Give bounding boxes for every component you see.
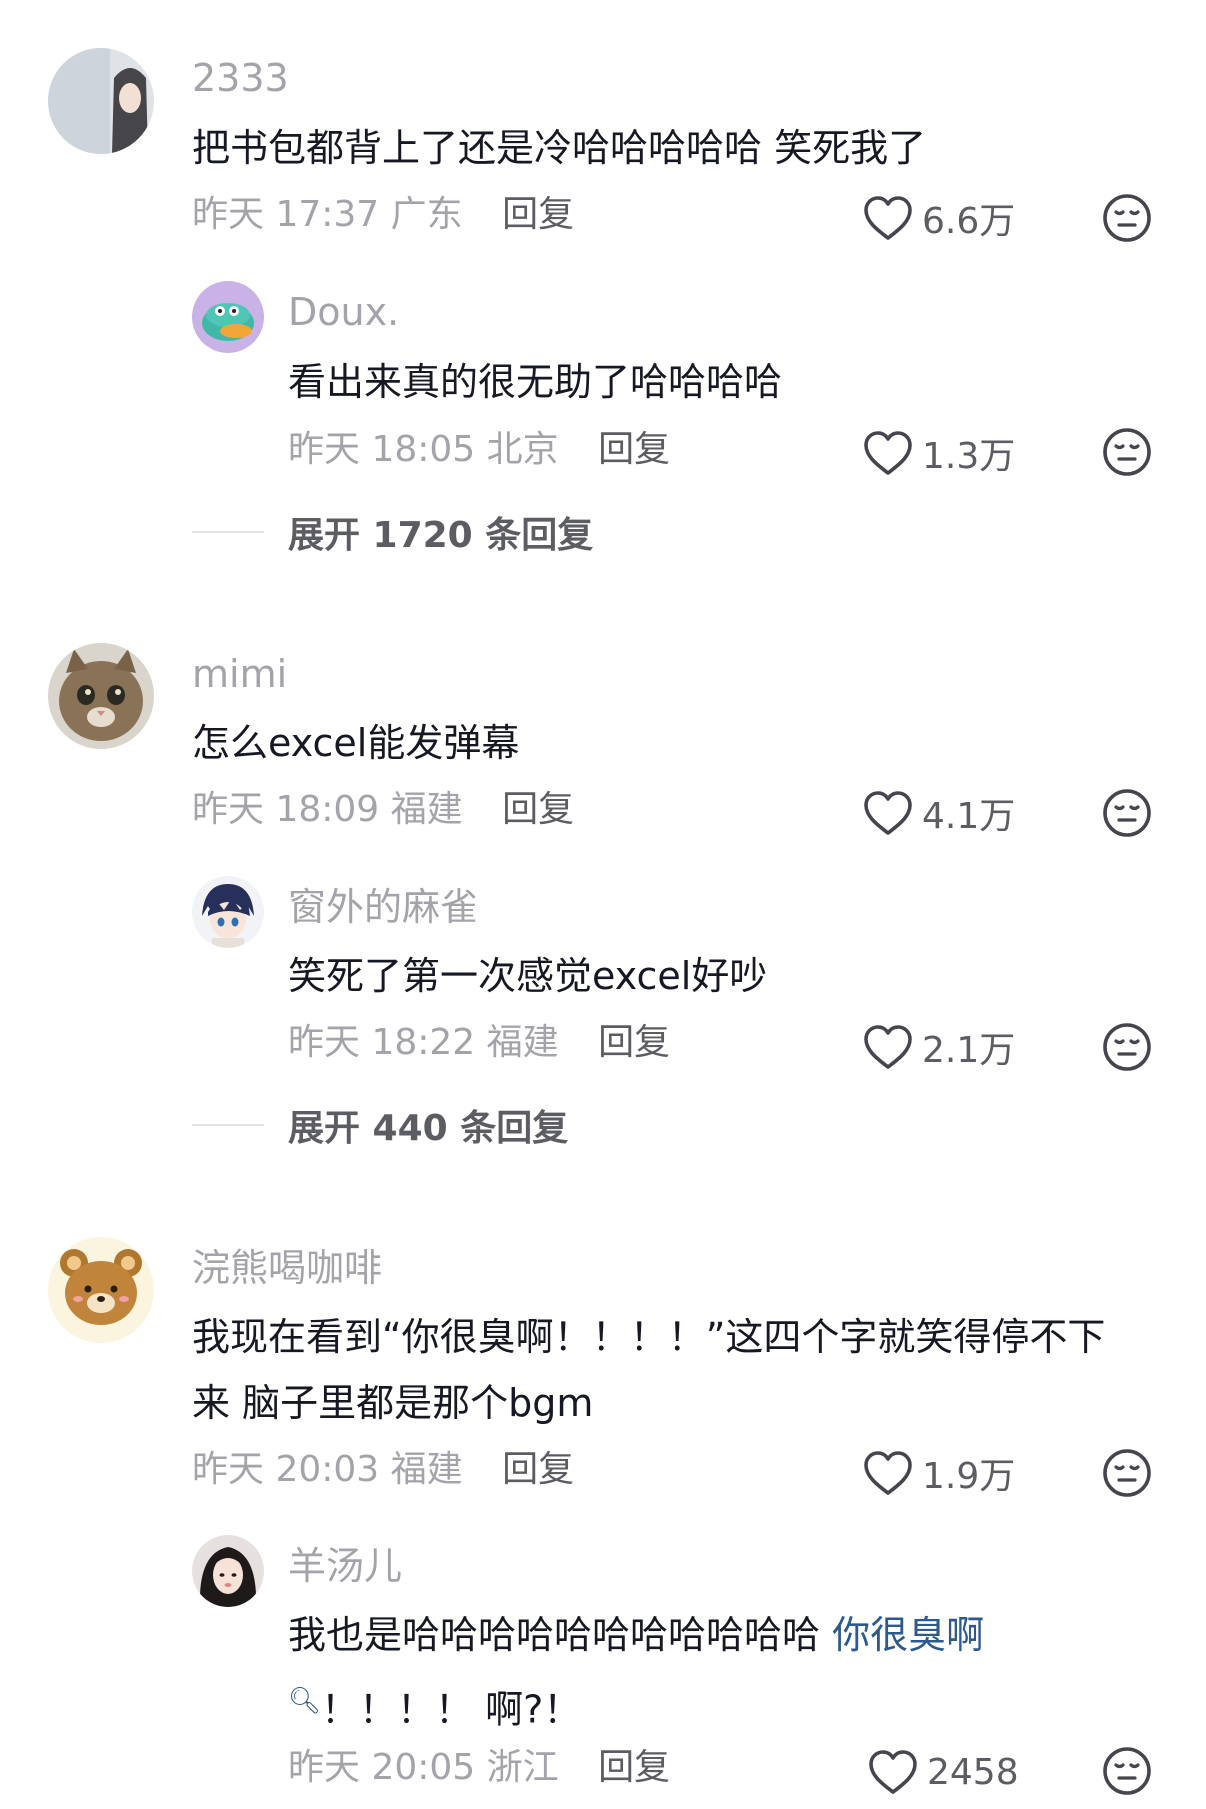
comment-meta: 昨天 18:09 福建 回复 [192,788,574,832]
comment-meta: 昨天 18:22 福建 回复 [288,1021,670,1065]
expand-replies-button[interactable]: 展开 1720 条回复 [192,507,593,557]
avatar[interactable] [48,643,154,749]
comment-text: 笑死了第一次感觉excel好吵 [288,954,768,998]
reply-button[interactable]: 回复 [502,1449,574,1490]
dislike-button[interactable] [1101,1021,1153,1073]
location: 北京 [486,429,559,470]
like-button[interactable]: 1.3万 [862,423,1015,483]
username[interactable]: Doux. [288,290,399,334]
timestamp: 昨天 20:03 [192,1449,380,1490]
heart-outline-icon [862,194,914,242]
location: 浙江 [486,1747,559,1788]
reply-button[interactable]: 回复 [502,194,574,235]
neutral-face-icon [1101,426,1153,478]
divider [192,1124,264,1126]
like-count: 4.1万 [922,796,1016,837]
comment-meta: 昨天 20:05 浙江 回复 [288,1746,670,1790]
comment-text: 来 脑子里都是那个bgm [192,1381,594,1425]
comment-text: 🔍︎！！！！ 啊?！ [288,1668,581,1743]
avatar[interactable] [192,1535,264,1607]
reply-button[interactable]: 回复 [598,1022,670,1063]
comment-text: 怎么excel能发弹幕 [192,721,520,765]
reply-button[interactable]: 回复 [598,1747,670,1788]
reply-button[interactable]: 回复 [598,429,670,470]
username[interactable]: mimi [192,652,287,696]
neutral-face-icon [1101,787,1153,839]
timestamp: 昨天 20:05 [288,1747,476,1788]
like-button[interactable]: 2.1万 [862,1017,1015,1077]
comment-text-plain: ！！！！ 啊?！ [321,1687,582,1732]
dislike-button[interactable] [1101,192,1153,244]
like-count: 1.9万 [922,1456,1016,1497]
like-count: 2458 [927,1751,1019,1793]
like-button[interactable]: 2458 [867,1742,1019,1802]
location: 福建 [390,1449,463,1490]
like-button[interactable]: 6.6万 [862,188,1015,248]
expand-replies-button[interactable]: 展开 440 条回复 [192,1100,568,1150]
like-button[interactable]: 4.1万 [862,783,1015,843]
reply-button[interactable]: 回复 [502,789,574,830]
username[interactable]: 浣熊喝咖啡 [192,1246,382,1290]
username[interactable]: 2333 [192,56,289,100]
timestamp: 昨天 18:22 [288,1022,476,1063]
comment-meta: 昨天 17:37 广东 回复 [192,193,574,237]
dislike-button[interactable] [1101,1745,1153,1797]
neutral-face-icon [1101,192,1153,244]
comment-text: 我现在看到“你很臭啊！！！！”这四个字就笑得停不下 [192,1315,1106,1359]
comment-meta: 昨天 18:05 北京 回复 [288,428,670,472]
location: 广东 [390,194,463,235]
timestamp: 昨天 17:37 [192,194,380,235]
like-count: 6.6万 [922,201,1016,242]
neutral-face-icon [1101,1447,1153,1499]
comment-text-plain: 我也是哈哈哈哈哈哈哈哈哈哈哈 [288,1613,833,1657]
heart-outline-icon [862,1449,914,1497]
like-count: 1.3万 [922,436,1016,477]
comment-text: 看出来真的很无助了哈哈哈哈 [288,360,783,404]
dislike-button[interactable] [1101,426,1153,478]
like-count: 2.1万 [922,1030,1016,1071]
dislike-button[interactable] [1101,787,1153,839]
like-button[interactable]: 1.9万 [862,1443,1015,1503]
avatar[interactable] [48,48,154,154]
dislike-button[interactable] [1101,1447,1153,1499]
neutral-face-icon [1101,1021,1153,1073]
neutral-face-icon [1101,1745,1153,1797]
heart-outline-icon [867,1748,919,1796]
timestamp: 昨天 18:09 [192,789,380,830]
username[interactable]: 窗外的麻雀 [288,885,478,929]
comment-meta: 昨天 20:03 福建 回复 [192,1448,574,1492]
heart-outline-icon [862,1023,914,1071]
expand-replies-label: 展开 1720 条回复 [288,515,594,556]
divider [192,531,264,533]
avatar[interactable] [48,1237,154,1343]
avatar[interactable] [192,281,264,353]
comment-text: 把书包都背上了还是冷哈哈哈哈哈 笑死我了 [192,126,927,170]
username[interactable]: 羊汤儿 [288,1544,402,1588]
timestamp: 昨天 18:05 [288,429,476,470]
location: 福建 [486,1022,559,1063]
search-link[interactable]: 你很臭啊 [832,1613,984,1657]
heart-outline-icon [862,789,914,837]
expand-replies-label: 展开 440 条回复 [288,1108,569,1149]
avatar[interactable] [192,876,264,948]
heart-outline-icon [862,429,914,477]
comment-text: 我也是哈哈哈哈哈哈哈哈哈哈哈 你很臭啊 [288,1602,984,1668]
location: 福建 [390,789,463,830]
search-icon[interactable]: 🔍︎ [288,1686,321,1716]
